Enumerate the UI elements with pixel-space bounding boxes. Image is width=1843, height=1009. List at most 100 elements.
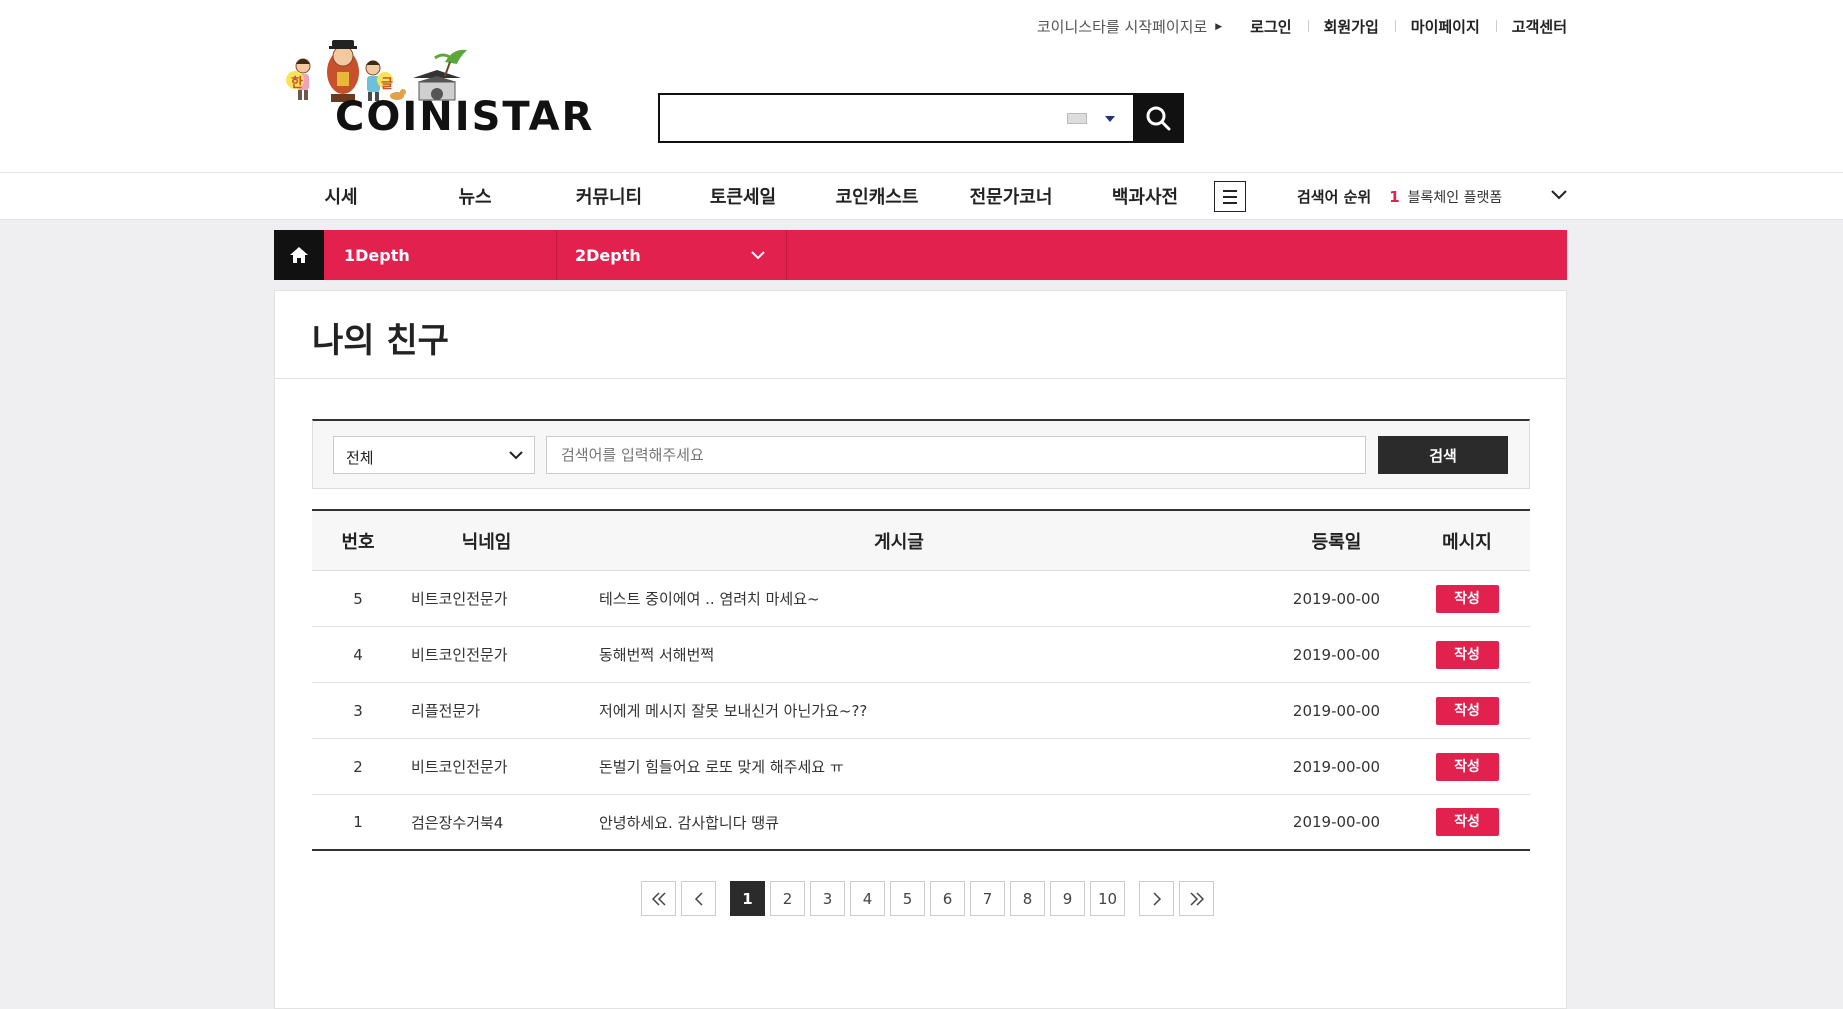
row-message-cell: 작성 <box>1404 752 1530 781</box>
hamburger-icon-bar <box>1223 189 1237 192</box>
prev-page-button[interactable] <box>681 881 716 916</box>
all-menu-button[interactable] <box>1214 181 1246 212</box>
chevron-down-icon[interactable] <box>1550 186 1568 204</box>
utility-nav: 코이니스타를 시작페이지로 ▶ 로그인 회원가입 마이페이지 고객센터 <box>1037 16 1567 37</box>
row-no: 3 <box>353 701 363 720</box>
location-bar: 1Depth 2Depth <box>274 230 1567 280</box>
row-nickname[interactable]: 리플전문가 <box>404 700 569 721</box>
row-post[interactable]: 돈벌기 힘들어요 로또 맞게 해주세요 ㅠ <box>569 756 1229 777</box>
menu-item-price[interactable]: 시세 <box>274 183 408 209</box>
row-date: 2019-00-00 <box>1292 589 1381 608</box>
page-button[interactable]: 3 <box>810 881 845 916</box>
breadcrumb-depth1[interactable]: 1Depth <box>324 230 557 280</box>
table-row: 2 비트코인전문가 돈벌기 힘들어요 로또 맞게 해주세요 ㅠ 2019-00-… <box>312 739 1530 795</box>
row-no: 4 <box>353 645 363 664</box>
row-no: 5 <box>353 589 363 608</box>
search-type-value: 전체 <box>346 449 374 467</box>
write-message-button[interactable]: 작성 <box>1435 808 1499 836</box>
mypage-link[interactable]: 마이페이지 <box>1394 16 1496 37</box>
search-rank-keyword[interactable]: 블록체인 플랫폼 <box>1408 187 1503 207</box>
home-button[interactable] <box>274 230 324 280</box>
row-nickname[interactable]: 비트코인전문가 <box>404 756 569 777</box>
last-page-button[interactable] <box>1179 881 1214 916</box>
write-message-button[interactable]: 작성 <box>1435 752 1499 781</box>
header-search-input[interactable] <box>660 95 1133 141</box>
page-button[interactable]: 2 <box>770 881 805 916</box>
logo-badge-han: 한 <box>291 76 303 91</box>
row-nickname[interactable]: 비트코인전문가 <box>404 588 569 609</box>
row-date: 2019-00-00 <box>1292 813 1381 831</box>
logo-wordmark[interactable]: COINISTAR <box>335 94 594 140</box>
breadcrumb-depth2[interactable]: 2Depth <box>557 230 787 280</box>
double-chevron-right-icon <box>1189 891 1204 906</box>
row-nickname[interactable]: 검은장수거북4 <box>404 812 569 833</box>
row-date: 2019-00-00 <box>1292 645 1381 664</box>
row-message-cell: 작성 <box>1404 640 1530 669</box>
search-box: 전체 검색 <box>312 419 1530 489</box>
caret-down-icon[interactable] <box>1105 116 1115 122</box>
page-button[interactable]: 5 <box>890 881 925 916</box>
header-search-button[interactable] <box>1133 95 1182 141</box>
table-row: 1 검은장수거북4 안녕하세요. 감사합니다 땡큐 2019-00-00 작성 <box>312 795 1530 851</box>
header-message: 메시지 <box>1442 531 1492 553</box>
page-button[interactable]: 9 <box>1050 881 1085 916</box>
page-button[interactable]: 4 <box>850 881 885 916</box>
page-button[interactable]: 6 <box>930 881 965 916</box>
main-menu: 시세 뉴스 커뮤니티 토큰세일 코인캐스트 전문가코너 백과사전 <box>274 173 1212 219</box>
login-link[interactable]: 로그인 <box>1234 16 1307 37</box>
first-page-button[interactable] <box>641 881 676 916</box>
search-button[interactable]: 검색 <box>1378 436 1508 474</box>
menu-item-encyclopedia[interactable]: 백과사전 <box>1078 183 1212 209</box>
write-message-button[interactable]: 작성 <box>1435 696 1499 725</box>
logo-badge-geul: 글 <box>381 77 393 92</box>
menu-item-news[interactable]: 뉴스 <box>408 183 542 209</box>
page-title: 나의 친구 <box>312 321 449 361</box>
write-message-button[interactable]: 작성 <box>1435 584 1499 613</box>
home-icon <box>290 247 308 263</box>
chevron-right-icon <box>1152 891 1161 906</box>
next-page-button[interactable] <box>1139 881 1174 916</box>
header-post: 게시글 <box>874 531 924 553</box>
join-link[interactable]: 회원가입 <box>1307 16 1395 37</box>
hamburger-icon-bar <box>1223 201 1237 204</box>
table-header: 번호 닉네임 게시글 등록일 메시지 <box>312 511 1530 571</box>
support-link[interactable]: 고객센터 <box>1495 16 1567 37</box>
double-chevron-left-icon <box>651 891 666 906</box>
triangle-right-icon: ▶ <box>1215 21 1223 32</box>
row-no: 1 <box>353 813 363 831</box>
set-start-page-label: 코이니스타를 시작페이지로 <box>1036 18 1208 36</box>
header-date: 등록일 <box>1311 531 1362 553</box>
search-rank-number: 1 <box>1389 187 1400 206</box>
header-nickname: 닉네임 <box>461 531 512 553</box>
menu-item-expert[interactable]: 전문가코너 <box>944 183 1078 209</box>
page-button[interactable]: 7 <box>970 881 1005 916</box>
search-type-select[interactable]: 전체 <box>333 436 535 474</box>
row-date: 2019-00-00 <box>1292 701 1381 720</box>
write-message-button[interactable]: 작성 <box>1435 640 1499 669</box>
page-button[interactable]: 8 <box>1010 881 1045 916</box>
header-no: 번호 <box>341 531 375 553</box>
menu-item-token-sale[interactable]: 토큰세일 <box>676 183 810 209</box>
row-post[interactable]: 안녕하세요. 감사합니다 땡큐 <box>569 812 1229 833</box>
row-post[interactable]: 저에게 메시지 잘못 보내신거 아닌가요~?? <box>569 700 1229 721</box>
chevron-down-icon <box>751 251 765 260</box>
menu-item-community[interactable]: 커뮤니티 <box>542 183 676 209</box>
table-row: 4 비트코인전문가 동해번쩍 서해번쩍 2019-00-00 작성 <box>312 627 1530 683</box>
divider <box>275 378 1566 379</box>
page-button[interactable]: 10 <box>1090 881 1125 916</box>
page-button[interactable]: 1 <box>730 881 765 916</box>
row-message-cell: 작성 <box>1404 808 1530 836</box>
search-rank-label: 검색어 순위 <box>1297 188 1372 206</box>
menu-item-coincast[interactable]: 코인캐스트 <box>810 183 944 209</box>
content-panel: 나의 친구 전체 검색 번호 닉네임 게시글 등록일 메시지 5 비트코인전문가… <box>274 290 1567 1009</box>
search-rank[interactable]: 검색어 순위 1 블록체인 플랫폼 <box>1297 186 1502 207</box>
row-post[interactable]: 동해번쩍 서해번쩍 <box>569 644 1229 665</box>
search-input[interactable] <box>546 436 1366 474</box>
row-post[interactable]: 테스트 중이에여 .. 염려치 마세요~ <box>569 588 1229 609</box>
keyboard-icon[interactable] <box>1067 113 1087 124</box>
global-nav: 시세 뉴스 커뮤니티 토큰세일 코인캐스트 전문가코너 백과사전 검색어 순위 … <box>0 172 1843 220</box>
set-start-page-link[interactable]: 코이니스타를 시작페이지로 ▶ <box>1037 16 1222 37</box>
row-nickname[interactable]: 비트코인전문가 <box>404 644 569 665</box>
